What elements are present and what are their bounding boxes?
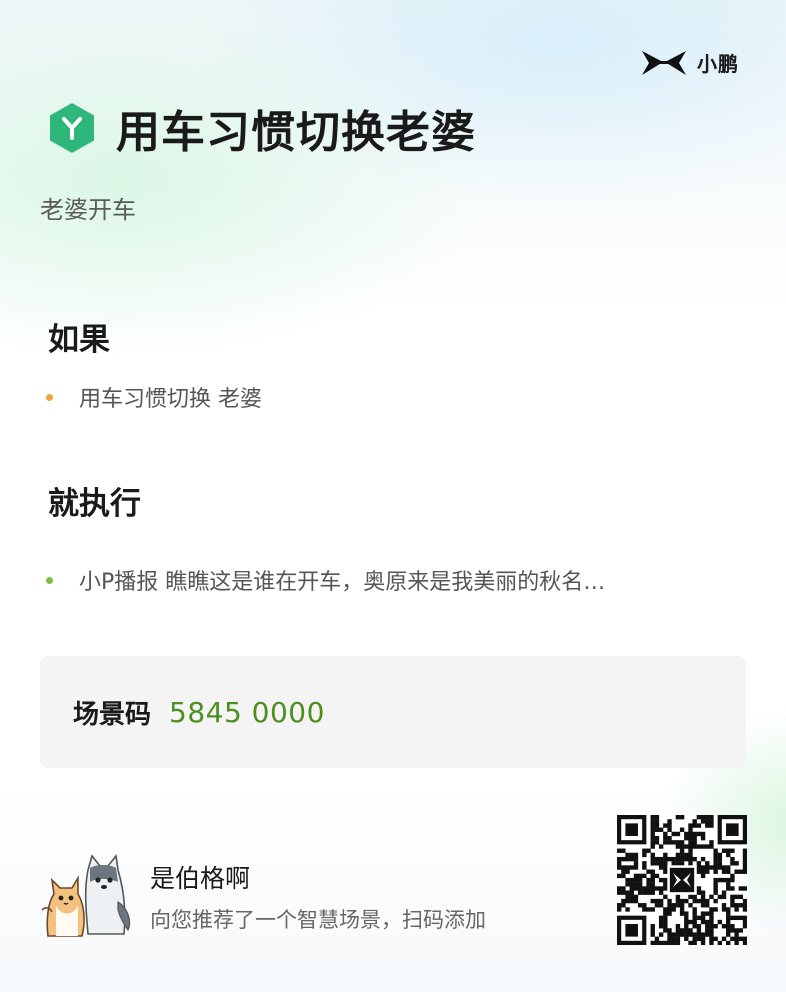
brand-name: 小鹏 [697,52,739,76]
condition-item: 用车习惯切换 老婆 [46,381,262,413]
share-text: 向您推荐了一个智慧场景，扫码添加 [150,908,486,932]
condition-heading: 如果 [48,322,110,358]
action-item-text: 小P播报 瞧瞧这是谁在开车，奥原来是我美丽的秋名… [79,570,606,595]
qr-code[interactable] [617,815,747,945]
avatar [38,850,134,942]
scene-code-value[interactable]: 5845 0000 [169,696,325,729]
scene-title: 用车习惯切换老婆 [116,107,476,158]
scene-subtitle: 老婆开车 [40,196,136,224]
action-heading: 就执行 [48,486,141,522]
scene-hexagon-icon [48,102,96,154]
scene-code-card: 场景码 5845 0000 [40,656,746,768]
condition-item-text: 用车习惯切换 老婆 [79,387,262,412]
author-name: 是伯格啊 [150,864,251,893]
xpeng-logo-icon [641,49,687,77]
orange-bullet-icon [46,393,53,401]
green-bullet-icon [46,576,53,584]
action-item: 小P播报 瞧瞧这是谁在开车，奥原来是我美丽的秋名… [46,564,605,596]
brand-logo: 小鹏 [641,48,739,77]
scene-code-label: 场景码 [73,699,152,730]
